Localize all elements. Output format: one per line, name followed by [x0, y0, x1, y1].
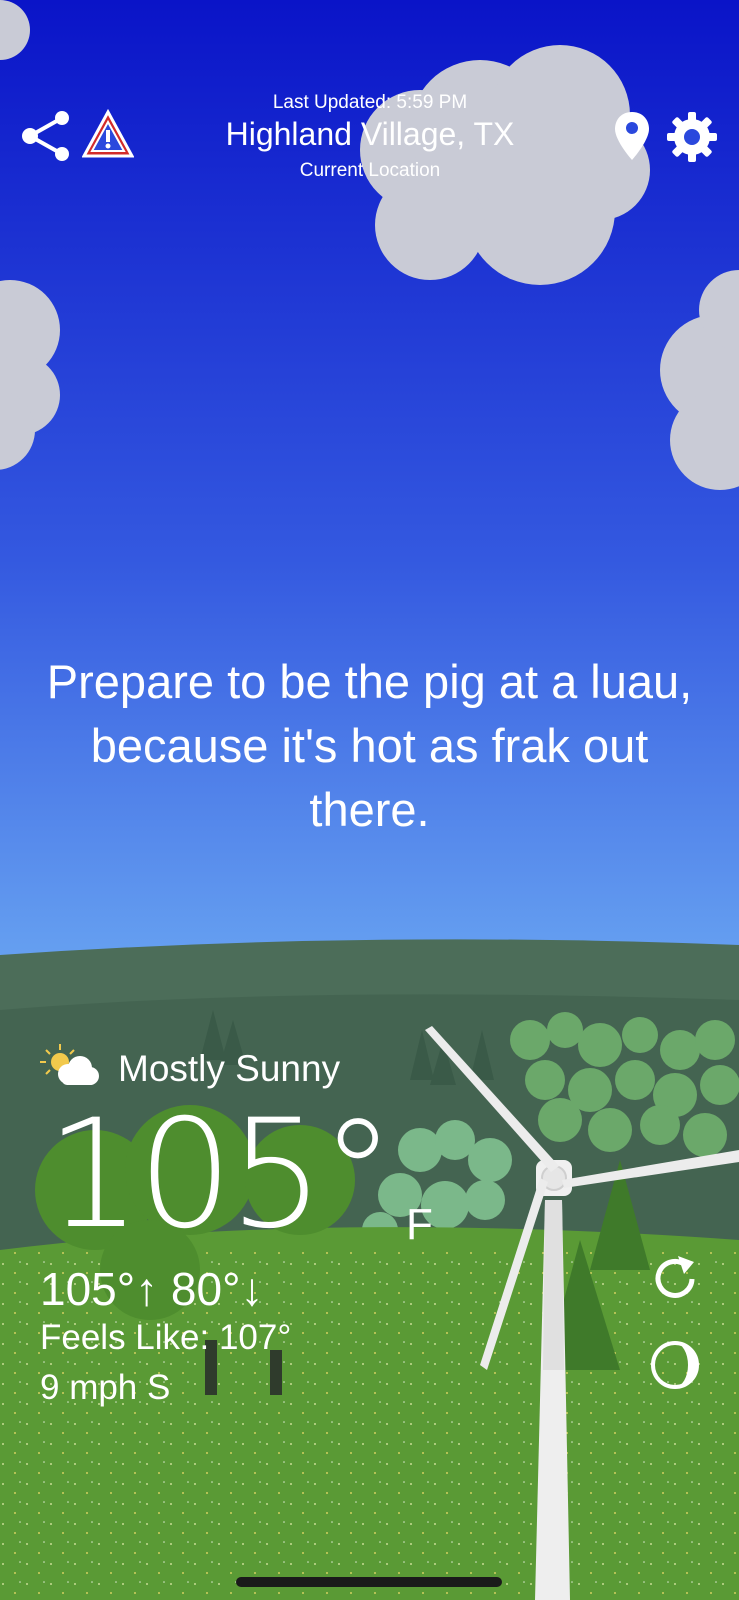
weather-alert-button[interactable]: [81, 108, 135, 160]
moon-phase-button[interactable]: [648, 1338, 702, 1392]
current-temperature: 105°: [46, 1088, 395, 1262]
gear-icon: [667, 112, 717, 162]
home-indicator: [236, 1577, 502, 1587]
share-icon: [22, 111, 69, 161]
moon-phase-icon: [651, 1341, 699, 1389]
temperature-unit[interactable]: F: [406, 1200, 433, 1250]
refresh-button[interactable]: [648, 1252, 702, 1306]
last-updated-text: Last Updated: 5:59 PM: [272, 92, 468, 113]
partly-sunny-icon: [40, 1042, 100, 1090]
refresh-icon: [655, 1256, 695, 1298]
warning-icon: [81, 108, 135, 158]
location-pin-icon: [615, 112, 649, 160]
condition-label: Mostly Sunny: [118, 1048, 341, 1089]
current-location-label: Current Location: [299, 160, 441, 181]
settings-button[interactable]: [665, 110, 719, 164]
high-low-temperature: 105°↑ 80°↓: [40, 1263, 264, 1315]
location-button[interactable]: [612, 110, 652, 162]
feels-like-text: Feels Like: 107°: [40, 1318, 292, 1357]
wind-text: 9 mph S: [40, 1368, 171, 1407]
weather-message: Prepare to be the pig at a luau, because…: [46, 655, 693, 836]
location-title[interactable]: Highland Village, TX: [150, 116, 590, 153]
share-button[interactable]: [20, 110, 72, 162]
